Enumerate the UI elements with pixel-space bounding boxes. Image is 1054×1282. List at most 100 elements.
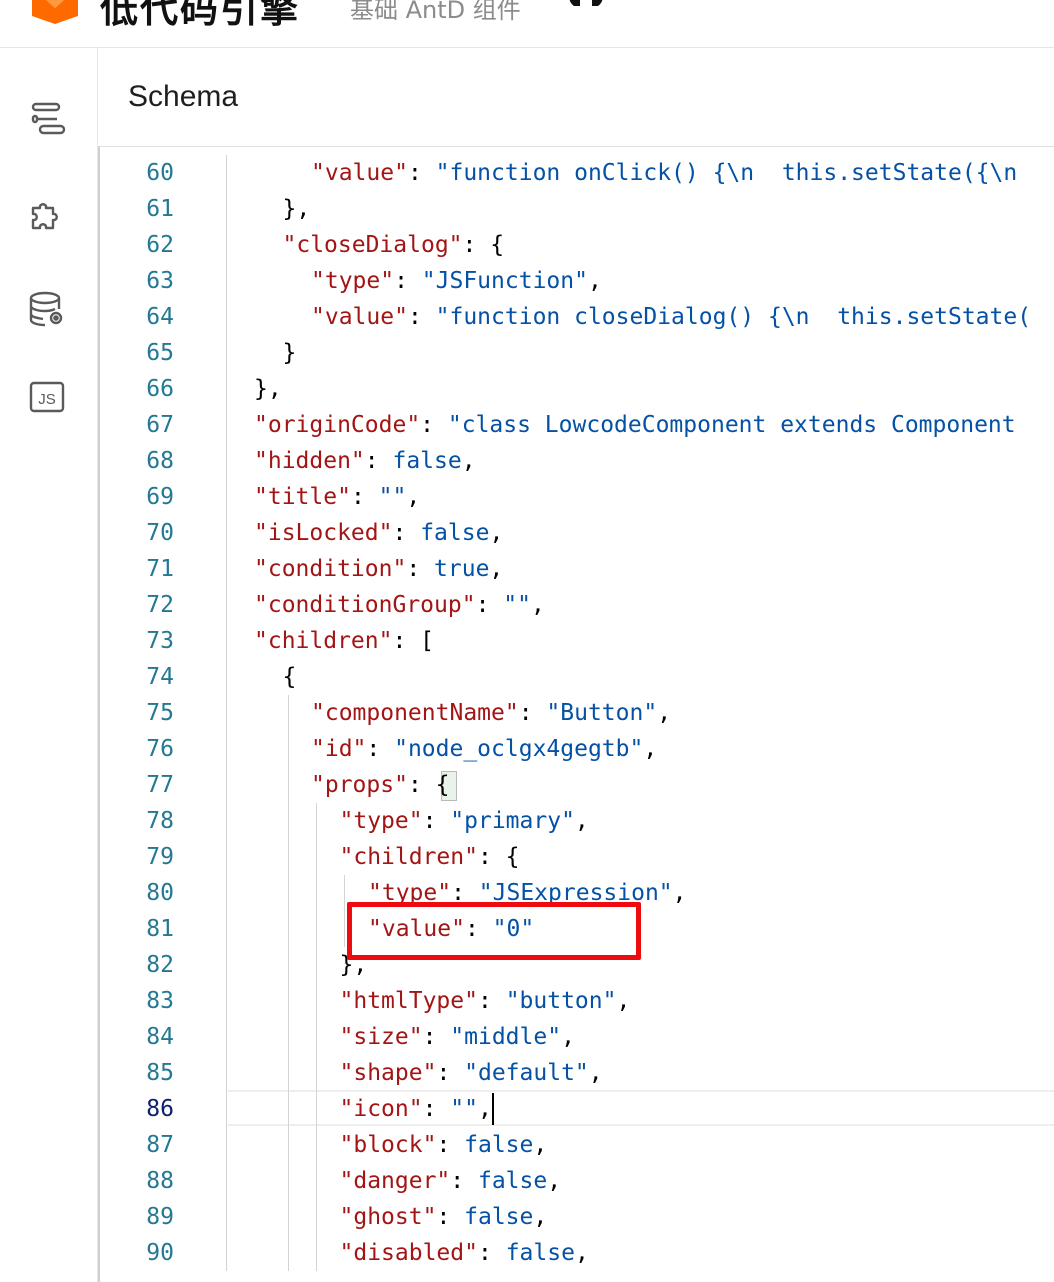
line-number: 73	[146, 628, 174, 654]
schema-code-editor[interactable]: 60 "value": "function onClick() {\n this.…	[98, 146, 1054, 1282]
outline-icon[interactable]	[26, 98, 68, 140]
panel-title: Schema	[128, 80, 239, 113]
code-line[interactable]: 65}	[100, 335, 1054, 371]
code-line[interactable]: 90 "disabled": false,	[100, 1235, 1054, 1271]
code-token: :	[422, 1096, 451, 1122]
code-line[interactable]: 70 "isLocked": false,	[100, 515, 1054, 551]
line-number: 65	[146, 340, 174, 366]
logo-icon	[32, 0, 78, 24]
code-line[interactable]: 88 "danger": false,	[100, 1163, 1054, 1199]
code-token: "primary"	[450, 808, 575, 834]
code-token: "closeDialog"	[282, 232, 463, 258]
code-token: : {	[407, 772, 450, 798]
code-line[interactable]: 67 "originCode": "class LowcodeComponent …	[100, 407, 1054, 443]
code-token: :	[475, 592, 504, 618]
code-token: "size"	[339, 1024, 423, 1050]
code-token: ,	[672, 880, 687, 906]
code-token: "danger"	[339, 1168, 451, 1194]
code-line[interactable]: 66},	[100, 371, 1054, 407]
code-line[interactable]: 78 "type": "primary",	[100, 803, 1054, 839]
code-text: "hidden": false,	[254, 443, 476, 479]
datasource-icon[interactable]	[26, 288, 68, 330]
line-number: 80	[146, 880, 174, 906]
code-line[interactable]: 62 "closeDialog": {	[100, 227, 1054, 263]
code-text: "size": "middle",	[340, 1019, 575, 1055]
code-token: ,	[587, 268, 602, 294]
code-line[interactable]: 63 "type": "JSFunction",	[100, 263, 1054, 299]
line-number: 86	[146, 1096, 174, 1122]
code-text: "conditionGroup": "",	[254, 587, 545, 623]
code-text: "htmlType": "button",	[340, 983, 631, 1019]
line-number: 71	[146, 556, 174, 582]
code-token: "children"	[254, 628, 393, 654]
code-token: : {	[462, 232, 505, 258]
code-text: "originCode": "class LowcodeComponent ex…	[254, 407, 1016, 443]
code-token: "type"	[311, 268, 395, 294]
code-token: false	[464, 1204, 534, 1230]
code-line[interactable]: 68 "hidden": false,	[100, 443, 1054, 479]
code-text: "block": false,	[340, 1127, 548, 1163]
code-line[interactable]: 69 "title": "",	[100, 479, 1054, 515]
code-text: "closeDialog": {	[283, 227, 505, 263]
line-number: 90	[146, 1240, 174, 1266]
code-token: ,	[489, 520, 504, 546]
code-line[interactable]: 71 "condition": true,	[100, 551, 1054, 587]
github-icon[interactable]	[566, 0, 606, 18]
code-line[interactable]: 89 "ghost": false,	[100, 1199, 1054, 1235]
code-token: :	[420, 412, 448, 438]
code-line[interactable]: 83 "htmlType": "button",	[100, 983, 1054, 1019]
code-text: {	[283, 659, 297, 695]
code-line[interactable]: 60 "value": "function onClick() {\n this.…	[100, 155, 1054, 191]
code-token: ,	[461, 448, 476, 474]
line-number: 72	[146, 592, 174, 618]
code-token: {	[282, 664, 297, 690]
code-token: ,	[643, 736, 658, 762]
code-line[interactable]: 61},	[100, 191, 1054, 227]
code-line[interactable]: 77 "props": {	[100, 767, 1054, 803]
code-text: "condition": true,	[254, 551, 503, 587]
code-line[interactable]: 84 "size": "middle",	[100, 1019, 1054, 1055]
line-number: 82	[146, 952, 174, 978]
code-line[interactable]: 64 "value": "function closeDialog() {\n t…	[100, 299, 1054, 335]
code-line[interactable]: 73 "children": [	[100, 623, 1054, 659]
code-text: "danger": false,	[340, 1163, 562, 1199]
code-token: false	[464, 1132, 534, 1158]
code-text: },	[254, 371, 282, 407]
code-line[interactable]: 74 {	[100, 659, 1054, 695]
code-text: }	[283, 335, 297, 371]
code-token: :	[436, 1204, 465, 1230]
code-token: "id"	[311, 736, 367, 762]
code-token: "conditionGroup"	[254, 592, 476, 618]
code-token: :	[518, 700, 547, 726]
code-line[interactable]: 72 "conditionGroup": "",	[100, 587, 1054, 623]
code-text: "icon": "",	[340, 1091, 492, 1127]
code-token: ""	[450, 1096, 478, 1122]
code-token: "children"	[339, 844, 478, 870]
code-token: ,	[533, 1132, 548, 1158]
code-token: "hidden"	[254, 448, 365, 474]
plugin-puzzle-icon[interactable]	[26, 193, 68, 235]
code-token: "condition"	[254, 556, 407, 582]
js-code-icon[interactable]: JS	[26, 376, 68, 418]
code-text: "value": "function onClick() {\n this.se…	[311, 155, 1017, 191]
line-number: 69	[146, 484, 174, 510]
code-text: "shape": "default",	[340, 1055, 603, 1091]
code-line[interactable]: 85 "shape": "default",	[100, 1055, 1054, 1091]
code-token: :	[350, 484, 379, 510]
code-token: "value"	[311, 304, 408, 330]
code-line[interactable]: 79 "children": {	[100, 839, 1054, 875]
code-token: "default"	[464, 1060, 589, 1086]
code-line[interactable]: 75 "componentName": "Button",	[100, 695, 1054, 731]
annotation-red-box	[347, 902, 641, 960]
code-line[interactable]: 86 "icon": "",	[100, 1091, 1054, 1127]
line-number: 85	[146, 1060, 174, 1086]
code-token: "title"	[254, 484, 351, 510]
code-line[interactable]: 87 "block": false,	[100, 1127, 1054, 1163]
code-token: ,	[574, 808, 589, 834]
code-token: :	[394, 268, 422, 294]
line-number: 66	[146, 376, 174, 402]
line-number: 60	[146, 160, 174, 186]
code-token: },	[282, 196, 311, 222]
code-line[interactable]: 76 "id": "node_oclgx4gegtb",	[100, 731, 1054, 767]
code-text: "id": "node_oclgx4gegtb",	[311, 731, 657, 767]
